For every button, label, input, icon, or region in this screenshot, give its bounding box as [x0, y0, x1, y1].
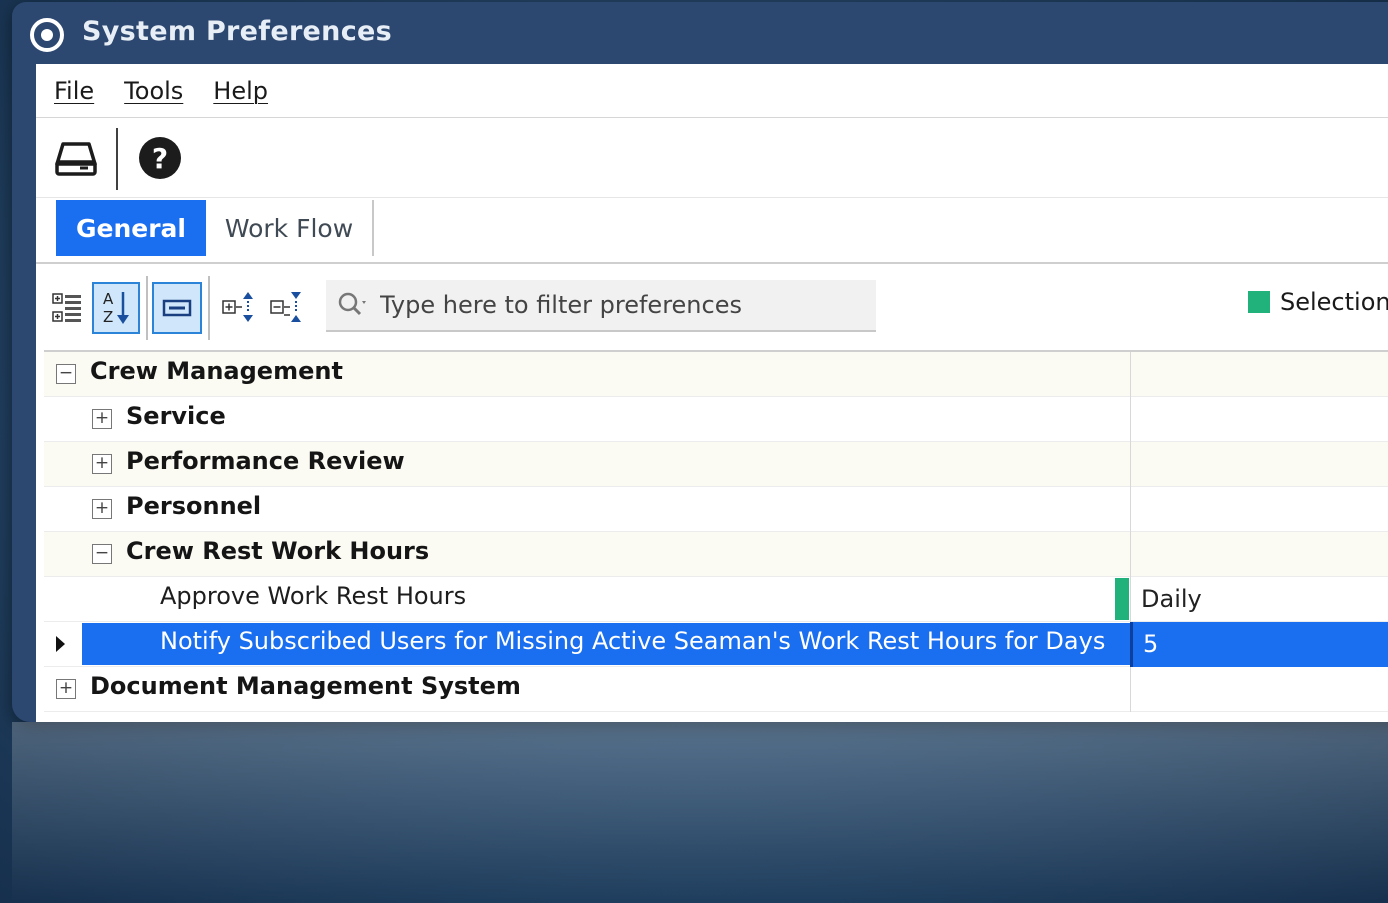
svg-text:Z: Z — [103, 308, 113, 326]
filter-input[interactable] — [380, 291, 860, 319]
app-target-icon — [30, 18, 64, 52]
value-cell — [1130, 442, 1388, 487]
category-label: Performance Review — [126, 447, 405, 475]
collapse-toggle-icon[interactable]: − — [92, 544, 112, 564]
category-label: Service — [126, 402, 226, 430]
property-value: 5 — [1143, 630, 1159, 658]
expand-all-button[interactable] — [218, 282, 258, 334]
sort-alphabetical-button[interactable]: A Z — [92, 282, 140, 334]
filter-search-box[interactable] — [326, 280, 876, 332]
menu-tools[interactable]: Tools — [124, 77, 183, 105]
window-reflection — [12, 722, 1388, 903]
value-cell — [1130, 487, 1388, 532]
tree-row-document-management-system[interactable]: + Document Management System — [44, 667, 1388, 712]
filter-toolbar: A Z Type here to filter preferences Sele… — [36, 264, 1388, 350]
value-cell[interactable]: 5 — [1130, 622, 1388, 667]
tab-strip: General Work Flow — [36, 198, 1388, 264]
collapse-all-icon — [270, 292, 301, 322]
description-pane-icon — [162, 299, 192, 317]
selection-legend-label: Selection — [1280, 288, 1388, 316]
description-pane-button[interactable] — [152, 282, 202, 334]
title-bar[interactable]: System Preferences — [12, 2, 1388, 64]
selection-indicator — [1115, 578, 1129, 620]
menu-bar: File Tools Help — [36, 64, 1388, 118]
menu-help[interactable]: Help — [213, 77, 268, 105]
expand-toggle-icon[interactable]: + — [92, 409, 112, 429]
reflection-gradient — [12, 722, 1388, 903]
value-cell — [1130, 397, 1388, 442]
selection-legend: Selection — [1248, 288, 1388, 316]
expand-toggle-icon[interactable]: + — [92, 454, 112, 474]
sort-az-icon: A Z — [103, 290, 129, 326]
value-cell — [1130, 352, 1388, 397]
drive-save-icon — [55, 142, 97, 176]
value-cell[interactable]: Daily — [1130, 577, 1388, 622]
property-value: Daily — [1141, 585, 1202, 613]
category-label: Crew Rest Work Hours — [126, 537, 430, 565]
help-icon: ? — [139, 137, 181, 179]
categorized-icon — [52, 293, 81, 322]
expand-toggle-icon[interactable]: + — [92, 499, 112, 519]
expand-toggle-icon[interactable]: + — [56, 679, 76, 699]
selection-swatch — [1248, 291, 1270, 313]
help-button[interactable]: ? — [134, 130, 186, 186]
category-label: Document Management System — [90, 672, 521, 700]
window-client-area: File Tools Help ? General Work Flow A Z … — [36, 64, 1388, 722]
collapse-all-button[interactable] — [266, 282, 306, 334]
categorized-view-button[interactable] — [50, 282, 86, 334]
tree-row-personnel[interactable]: + Personnel — [44, 487, 1388, 532]
tree-row-performance-review[interactable]: + Performance Review — [44, 442, 1388, 487]
search-icon — [338, 292, 366, 316]
tree-row-service[interactable]: + Service — [44, 397, 1388, 442]
filter-separator-2 — [208, 276, 210, 340]
category-label: Crew Management — [90, 357, 343, 385]
main-toolbar: ? — [36, 118, 1388, 198]
preferences-grid: − Crew Management + Service + Performanc… — [44, 350, 1388, 720]
expand-all-icon — [222, 292, 253, 322]
menu-file[interactable]: File — [54, 77, 94, 105]
collapse-toggle-icon[interactable]: − — [56, 364, 76, 384]
svg-text:A: A — [103, 290, 114, 308]
current-row-arrow-icon — [56, 636, 65, 652]
tab-general[interactable]: General — [56, 200, 206, 256]
tree-row-crew-rest-work-hours[interactable]: − Crew Rest Work Hours — [44, 532, 1388, 577]
preferences-window: System Preferences File Tools Help ? Gen… — [12, 2, 1388, 722]
window-title: System Preferences — [82, 16, 392, 47]
toolbar-separator — [116, 128, 118, 190]
category-label: Personnel — [126, 492, 262, 520]
tree-row-approve-work-rest-hours[interactable]: Approve Work Rest Hours Daily — [44, 577, 1388, 622]
property-label: Approve Work Rest Hours — [160, 582, 467, 610]
tree-row-notify-subscribed-users[interactable]: Notify Subscribed Users for Missing Acti… — [44, 622, 1388, 667]
value-cell — [1130, 532, 1388, 577]
property-label: Notify Subscribed Users for Missing Acti… — [160, 627, 1106, 655]
tree-row-crew-management[interactable]: − Crew Management — [44, 352, 1388, 397]
value-cell — [1130, 667, 1388, 712]
tab-work-flow[interactable]: Work Flow — [206, 200, 374, 256]
filter-separator-1 — [146, 276, 148, 340]
save-button[interactable] — [50, 130, 102, 186]
